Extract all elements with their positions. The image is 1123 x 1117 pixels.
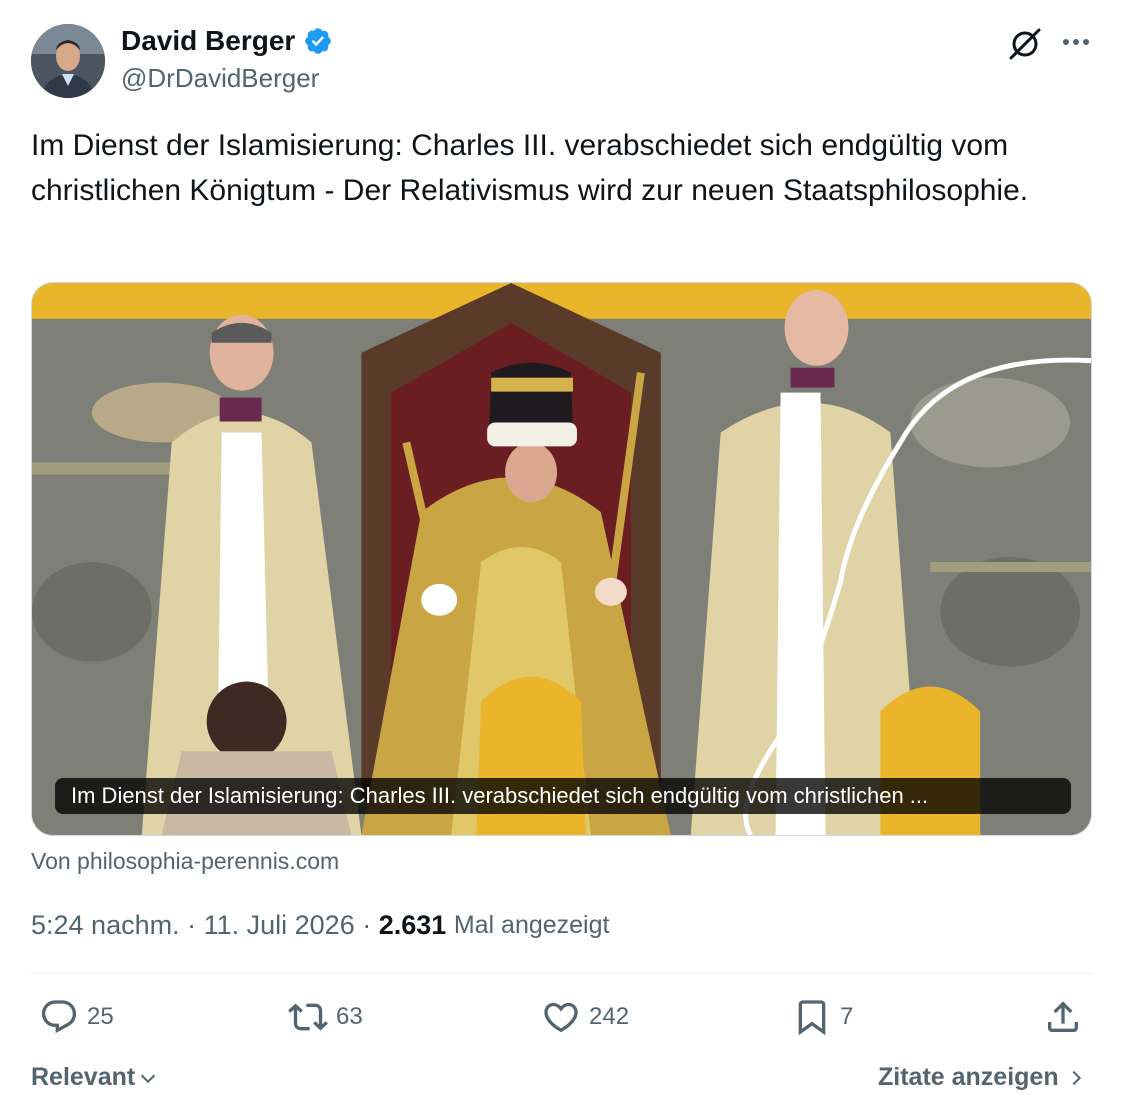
sort-replies-button[interactable]: Relevant	[31, 1063, 159, 1092]
reply-count: 25	[87, 1003, 114, 1030]
view-quotes-link[interactable]: Zitate anzeigen	[878, 1063, 1087, 1092]
grok-icon[interactable]	[1005, 24, 1045, 64]
link-card[interactable]: Im Dienst der Islamisierung: Charles III…	[31, 282, 1092, 836]
author-name-row[interactable]: David Berger	[121, 24, 333, 58]
media-caption: Im Dienst der Islamisierung: Charles III…	[55, 778, 1071, 814]
tweet-text: Im Dienst der Islamisierung: Charles III…	[31, 129, 1029, 207]
chevron-down-icon	[141, 1074, 156, 1083]
more-icon[interactable]	[1056, 26, 1096, 58]
views-spacer	[446, 907, 454, 943]
divider	[31, 973, 1093, 974]
verified-badge-icon	[305, 28, 332, 54]
tweet-meta: 5:24 nachm. · 11. Juli 2026 · 2.631 Mal …	[31, 907, 609, 943]
views-count: 2.631	[378, 910, 447, 940]
reply-icon	[41, 1000, 77, 1034]
card-source-link[interactable]: Von philosophia-perennis.com	[31, 846, 339, 876]
sort-label: Relevant	[31, 1063, 136, 1091]
reply-button[interactable]: 25	[39, 997, 114, 1037]
bookmark-icon	[798, 1000, 826, 1036]
repost-count: 63	[336, 1003, 363, 1030]
repost-icon	[288, 1003, 328, 1031]
chevron-right-icon	[1072, 1070, 1081, 1085]
tweet-date[interactable]: 11. Juli 2026	[204, 907, 355, 943]
meta-separator: ·	[354, 910, 379, 940]
share-button[interactable]	[1043, 997, 1083, 1037]
coronation-photo	[32, 283, 1091, 835]
avatar-image	[31, 24, 105, 98]
tweet-time[interactable]: 5:24 nachm.	[31, 907, 180, 943]
repost-button[interactable]: 63	[288, 997, 363, 1037]
bookmark-count: 7	[840, 1003, 854, 1030]
like-count: 242	[589, 1003, 630, 1030]
quotes-label: Zitate anzeigen	[878, 1063, 1059, 1091]
heart-icon	[544, 1002, 578, 1033]
display-name[interactable]: David Berger	[121, 24, 295, 58]
handle[interactable]: @DrDavidBerger	[121, 62, 319, 94]
like-button[interactable]: 242	[541, 997, 629, 1037]
bookmark-button[interactable]: 7	[792, 997, 853, 1037]
meta-separator: ·	[179, 910, 204, 940]
views-label: Mal angezeigt	[453, 911, 610, 939]
share-icon	[1048, 1001, 1078, 1032]
avatar[interactable]	[31, 24, 105, 98]
